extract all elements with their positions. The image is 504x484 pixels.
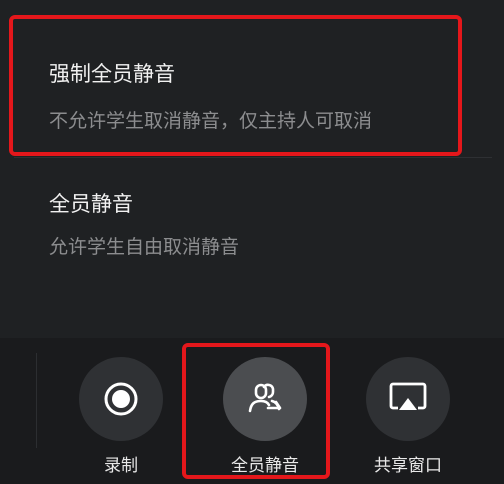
toolbar-separator (36, 353, 37, 448)
screen-share-icon (389, 382, 427, 410)
mute-all-icon (248, 383, 282, 413)
mute-all-label: 全员静音 (231, 456, 299, 476)
mute-all-description: 允许学生自由取消静音 (49, 236, 240, 258)
mute-options-menu: 强制全员静音 不允许学生取消静音，仅主持人可取消 全员静音 允许学生自由取消静音 (0, 0, 504, 338)
bottom-toolbar: 录制 全员静音 共享窗口 (0, 338, 504, 484)
record-icon (104, 382, 138, 416)
menu-divider (14, 157, 492, 158)
share-window-label: 共享窗口 (374, 456, 442, 476)
mute-all-option[interactable]: 全员静音 允许学生自由取消静音 (0, 168, 504, 288)
force-mute-description: 不允许学生取消静音，仅主持人可取消 (49, 110, 373, 132)
mute-all-title: 全员静音 (49, 192, 133, 216)
record-icon-circle (79, 357, 163, 441)
mute-all-icon-circle (223, 357, 307, 441)
record-button[interactable]: 录制 (61, 338, 181, 484)
share-window-button[interactable]: 共享窗口 (348, 338, 468, 484)
mute-all-button[interactable]: 全员静音 (205, 338, 325, 484)
force-mute-all-option[interactable]: 强制全员静音 不允许学生取消静音，仅主持人可取消 (0, 18, 504, 156)
force-mute-title: 强制全员静音 (49, 62, 175, 86)
share-window-icon-circle (366, 357, 450, 441)
record-label: 录制 (104, 456, 138, 476)
